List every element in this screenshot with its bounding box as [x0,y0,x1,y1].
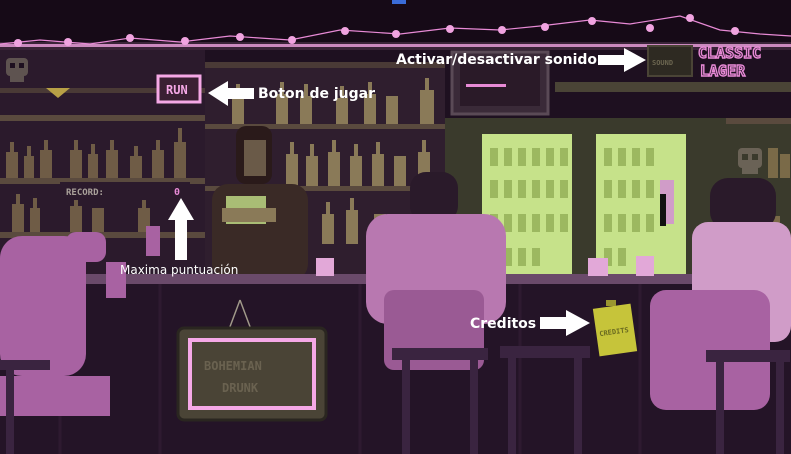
high-score-display: RECORD: 0 [60,182,190,200]
sound-toggle-annotation: Activar/desactivar sonido [396,52,597,68]
play-button-annotation: Boton de jugar [258,86,375,102]
svg-text:LAGER: LAGER [700,62,746,80]
sound-toggle-button[interactable]: SOUND [647,45,693,77]
record-value: 0 [174,187,180,198]
sign-line2: DRUNK [222,381,259,395]
credits-button[interactable]: CREDITS [592,300,638,357]
sound-panel-text: SOUND [652,59,673,67]
play-button-label: RUN [166,83,188,97]
game-scene: RECORD: 0 RUN SOUND CLASSIC LAGER BOHEMI… [0,0,791,454]
high-score-annotation: Maxima puntuación [120,263,238,277]
play-button[interactable]: RUN [156,74,202,104]
record-label: RECORD: [66,188,104,198]
credits-annotation: Creditos [470,316,536,332]
sign-line1: BOHEMIAN [204,359,262,373]
svg-text:CLASSIC: CLASSIC [698,44,761,62]
